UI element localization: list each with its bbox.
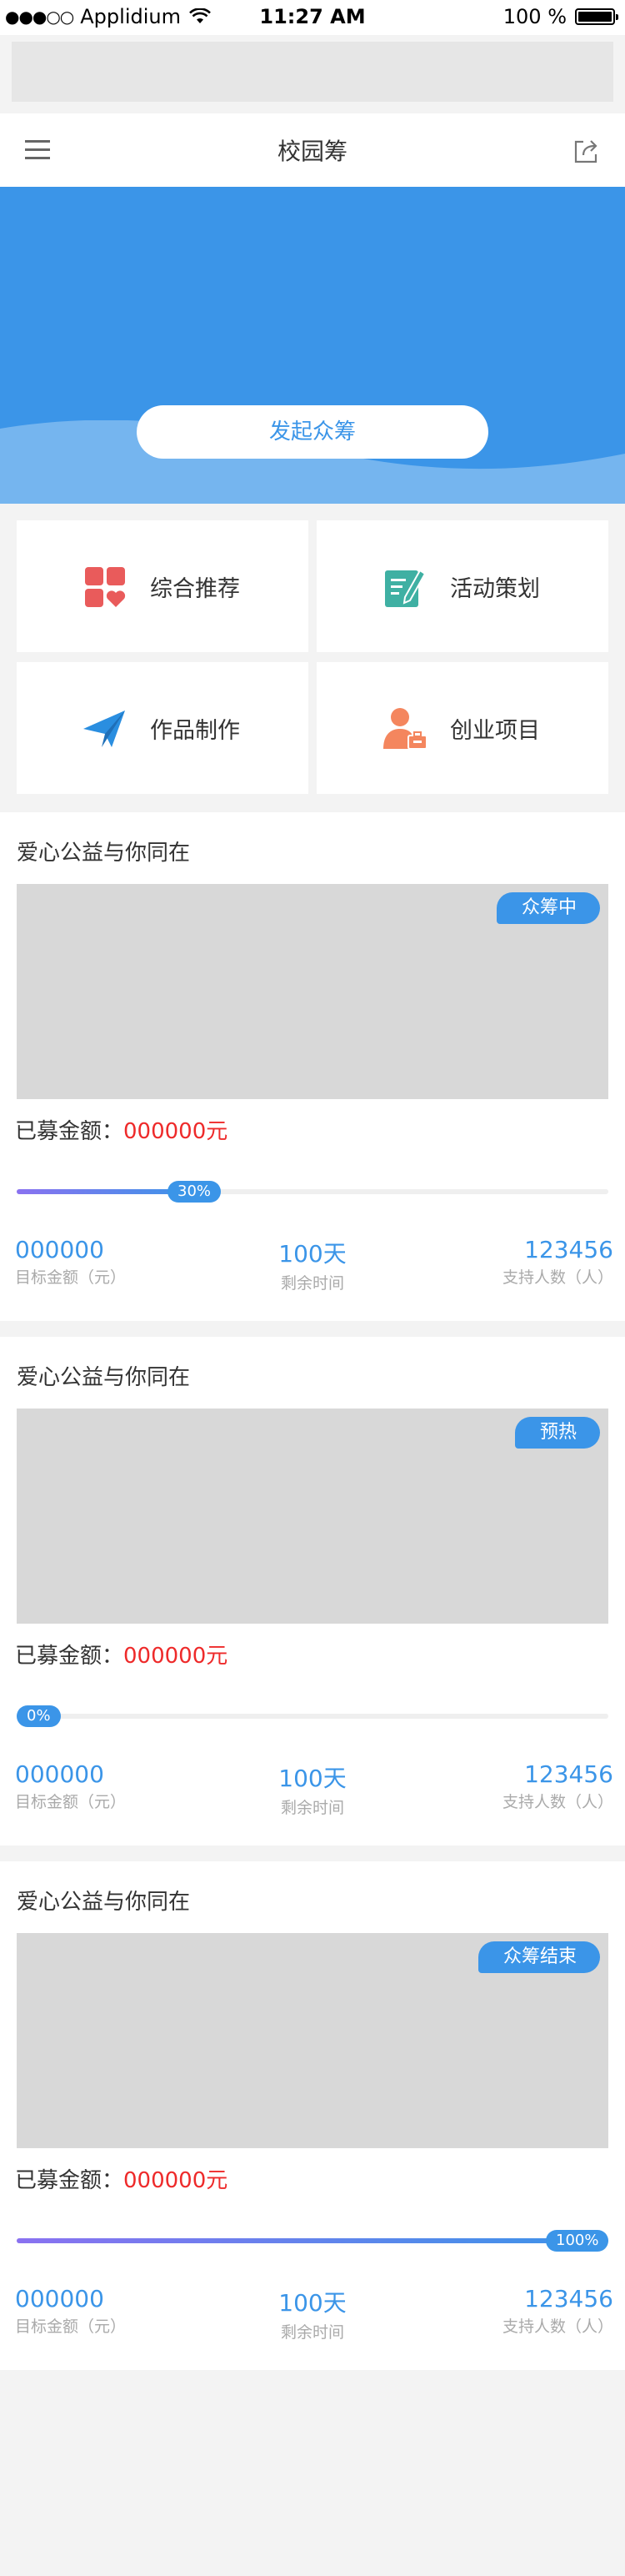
time-stat: 100天剩余时间 <box>250 1236 375 1293</box>
supporters-label: 支持人数（人） <box>502 2317 613 2336</box>
progress-bar: 0% <box>17 1705 608 1727</box>
time-stat: 100天剩余时间 <box>250 2285 375 2343</box>
project-title: 爱心公益与你同在 <box>17 841 191 866</box>
category-startup[interactable]: 创业项目 <box>317 662 608 794</box>
person-briefcase-icon <box>382 706 428 752</box>
target-label: 目标金额（元） <box>15 2317 127 2336</box>
category-events[interactable]: 活动策划 <box>317 520 608 652</box>
time-stat: 100天剩余时间 <box>250 1760 375 1818</box>
progress-label: 0% <box>17 1705 61 1727</box>
raised-amount: 已募金额：000000元 <box>15 1639 228 1670</box>
progress-bar: 100% <box>17 2230 609 2252</box>
navigation-bar: 校园筹 <box>0 113 625 187</box>
supporters-stat: 123456 支持人数（人） <box>502 1760 613 1812</box>
supporters-value: 123456 <box>524 2285 613 2312</box>
raised-label: 已募金额： <box>15 1644 124 1669</box>
battery-icon <box>575 8 618 25</box>
time-value: 100天 <box>278 2289 347 2317</box>
progress-bar: 30% <box>17 1181 608 1203</box>
project-title: 爱心公益与你同在 <box>17 1890 191 1915</box>
category-recommended[interactable]: 综合推荐 <box>17 520 308 652</box>
category-label: 创业项目 <box>450 718 540 744</box>
category-works[interactable]: 作品制作 <box>17 662 308 794</box>
target-value: 000000 <box>15 2285 104 2312</box>
progress-fill <box>17 2238 608 2243</box>
time-label: 剩余时间 <box>280 1274 344 1293</box>
raised-label: 已募金额： <box>15 1119 124 1144</box>
supporters-value: 123456 <box>524 1236 613 1263</box>
progress-label: 30% <box>168 1181 222 1203</box>
project-card[interactable]: 爱心公益与你同在 众筹中 已募金额：000000元 30% 000000 目标金额… <box>0 812 625 1321</box>
progress-label: 100% <box>546 2230 609 2252</box>
category-label: 作品制作 <box>150 718 240 744</box>
supporters-value: 123456 <box>524 1760 613 1788</box>
time-label: 剩余时间 <box>280 1799 344 1817</box>
grid-heart-icon <box>82 564 128 610</box>
time-value: 100天 <box>278 1765 347 1792</box>
target-value: 000000 <box>15 1236 104 1263</box>
placeholder-band <box>12 42 613 102</box>
target-stat: 000000 目标金额（元） <box>15 1236 126 1288</box>
share-icon[interactable] <box>572 137 600 165</box>
start-crowdfunding-button[interactable]: 发起众筹 <box>137 405 488 459</box>
project-image[interactable]: 预热 <box>17 1409 608 1624</box>
time-value: 100天 <box>278 1240 347 1268</box>
supporters-stat: 123456 支持人数（人） <box>502 1236 613 1288</box>
supporters-stat: 123456 支持人数（人） <box>502 2285 613 2337</box>
status-badge: 众筹中 <box>496 892 600 924</box>
project-image[interactable]: 众筹结束 <box>17 1933 608 2148</box>
project-card[interactable]: 爱心公益与你同在 众筹结束 已募金额：000000元 100% 000000 目标… <box>0 1861 625 2370</box>
category-grid: 综合推荐 活动策划 作品制作 创业项目 <box>0 504 625 812</box>
raised-value: 000000元 <box>123 1644 228 1669</box>
supporters-label: 支持人数（人） <box>502 1268 613 1287</box>
target-value: 000000 <box>15 1760 104 1788</box>
edit-note-icon <box>382 564 428 610</box>
battery-percent: 100 % <box>502 5 567 28</box>
raised-amount: 已募金额：000000元 <box>15 2163 228 2194</box>
status-badge: 预热 <box>514 1417 600 1449</box>
raised-value: 000000元 <box>123 1119 228 1144</box>
target-stat: 000000 目标金额（元） <box>15 1760 126 1812</box>
target-label: 目标金额（元） <box>15 1268 127 1287</box>
supporters-label: 支持人数（人） <box>502 1793 613 1811</box>
raised-amount: 已募金额：000000元 <box>15 1114 228 1145</box>
time-label: 剩余时间 <box>280 2323 344 2342</box>
paper-plane-icon <box>82 706 128 752</box>
status-bar: ●●●○○ Applidium 11:27 AM 100 % <box>0 0 625 35</box>
hero-banner: 发起众筹 <box>0 187 625 504</box>
page-title: 校园筹 <box>277 138 348 165</box>
category-label: 活动策划 <box>450 576 540 602</box>
status-badge: 众筹结束 <box>478 1941 600 1973</box>
project-title: 爱心公益与你同在 <box>17 1365 191 1390</box>
target-label: 目标金额（元） <box>15 1793 127 1811</box>
category-label: 综合推荐 <box>150 576 240 602</box>
raised-label: 已募金额： <box>15 2168 124 2193</box>
target-stat: 000000 目标金额（元） <box>15 2285 126 2337</box>
project-image[interactable]: 众筹中 <box>17 884 608 1099</box>
status-right: 100 % <box>502 5 618 28</box>
raised-value: 000000元 <box>123 2168 228 2193</box>
project-card[interactable]: 爱心公益与你同在 预热 已募金额：000000元 0% 000000 目标金额（元… <box>0 1337 625 1845</box>
